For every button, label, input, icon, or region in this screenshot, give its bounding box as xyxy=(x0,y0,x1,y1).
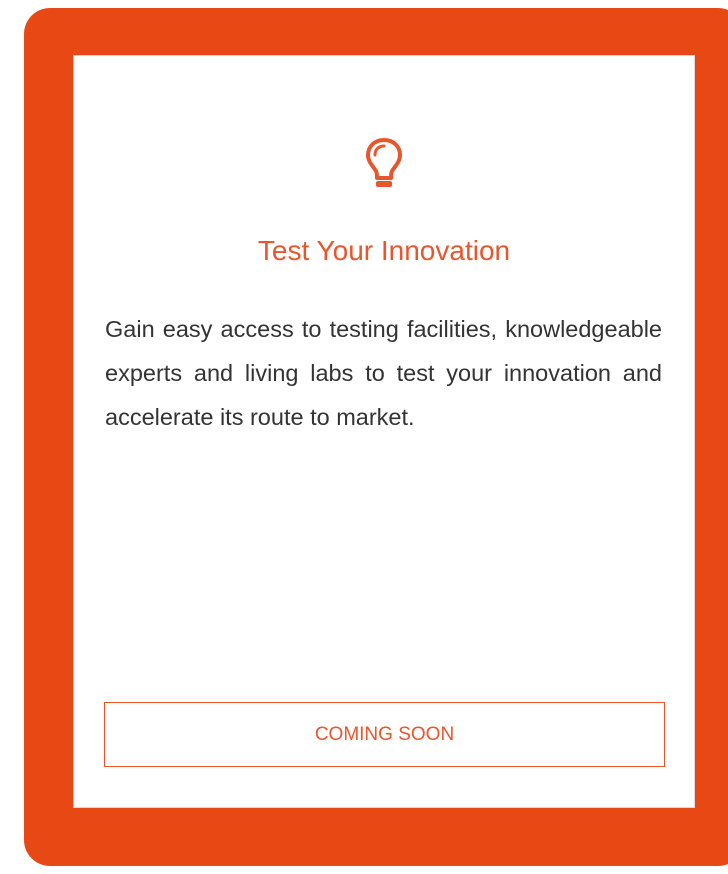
card-frame: Test Your Innovation Gain easy access to… xyxy=(24,8,728,866)
card-description: Gain easy access to testing facilities, … xyxy=(105,316,662,430)
lightbulb-icon xyxy=(364,134,404,204)
feature-card: Test Your Innovation Gain easy access to… xyxy=(73,55,695,808)
coming-soon-button[interactable]: COMING SOON xyxy=(104,702,665,767)
card-title: Test Your Innovation xyxy=(257,235,511,266)
